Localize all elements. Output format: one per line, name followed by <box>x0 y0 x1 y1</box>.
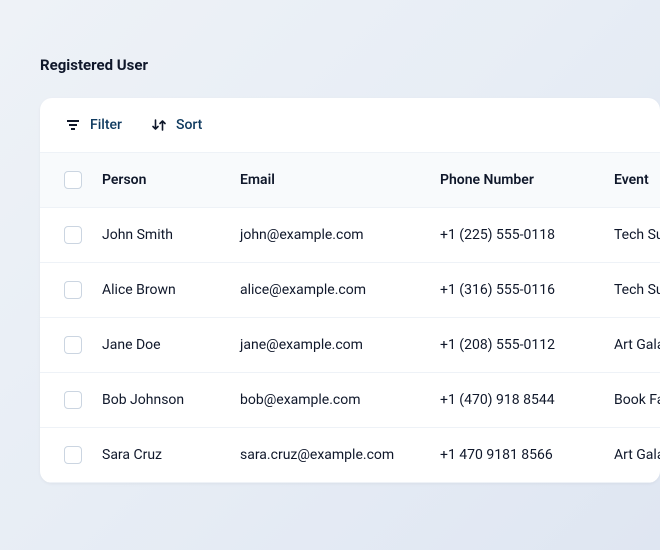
sort-icon <box>150 116 168 134</box>
cell-event: Tech Sur <box>614 227 660 243</box>
cell-person: Jane Doe <box>102 337 240 353</box>
row-checkbox[interactable] <box>64 281 82 299</box>
cell-phone: +1 470 9181 8566 <box>440 447 614 463</box>
cell-event: Tech Sur <box>614 282 660 298</box>
cell-event: Book Fai <box>614 392 660 408</box>
filter-label: Filter <box>90 117 122 133</box>
select-all-checkbox[interactable] <box>64 171 82 189</box>
table-header: Person Email Phone Number Event <box>40 152 660 208</box>
column-header-person: Person <box>102 172 240 188</box>
sort-label: Sort <box>176 117 202 133</box>
table-row: Alice Brown alice@example.com +1 (316) 5… <box>40 263 660 318</box>
cell-phone: +1 (316) 555-0116 <box>440 282 614 298</box>
cell-email: john@example.com <box>240 227 440 243</box>
column-header-email: Email <box>240 172 440 188</box>
cell-email: sara.cruz@example.com <box>240 447 440 463</box>
cell-person: Alice Brown <box>102 282 240 298</box>
page-title: Registered User <box>40 56 660 74</box>
table-row: Jane Doe jane@example.com +1 (208) 555-0… <box>40 318 660 373</box>
row-checkbox[interactable] <box>64 446 82 464</box>
row-checkbox[interactable] <box>64 336 82 354</box>
cell-email: jane@example.com <box>240 337 440 353</box>
cell-person: John Smith <box>102 227 240 243</box>
cell-email: bob@example.com <box>240 392 440 408</box>
column-header-phone: Phone Number <box>440 172 614 188</box>
cell-phone: +1 (208) 555-0112 <box>440 337 614 353</box>
cell-event: Art Gala <box>614 447 660 463</box>
cell-phone: +1 (470) 918 8544 <box>440 392 614 408</box>
cell-email: alice@example.com <box>240 282 440 298</box>
filter-icon <box>64 116 82 134</box>
row-checkbox[interactable] <box>64 226 82 244</box>
user-table-card: Filter Sort Person Email Phone Number Ev… <box>40 98 660 483</box>
sort-button[interactable]: Sort <box>150 116 202 134</box>
row-checkbox[interactable] <box>64 391 82 409</box>
table-row: Bob Johnson bob@example.com +1 (470) 918… <box>40 373 660 428</box>
table-row: Sara Cruz sara.cruz@example.com +1 470 9… <box>40 428 660 483</box>
cell-event: Art Gala <box>614 337 660 353</box>
column-header-event: Event <box>614 172 649 188</box>
cell-phone: +1 (225) 555-0118 <box>440 227 614 243</box>
cell-person: Sara Cruz <box>102 447 240 463</box>
cell-person: Bob Johnson <box>102 392 240 408</box>
table-row: John Smith john@example.com +1 (225) 555… <box>40 208 660 263</box>
toolbar: Filter Sort <box>40 98 660 152</box>
filter-button[interactable]: Filter <box>64 116 122 134</box>
